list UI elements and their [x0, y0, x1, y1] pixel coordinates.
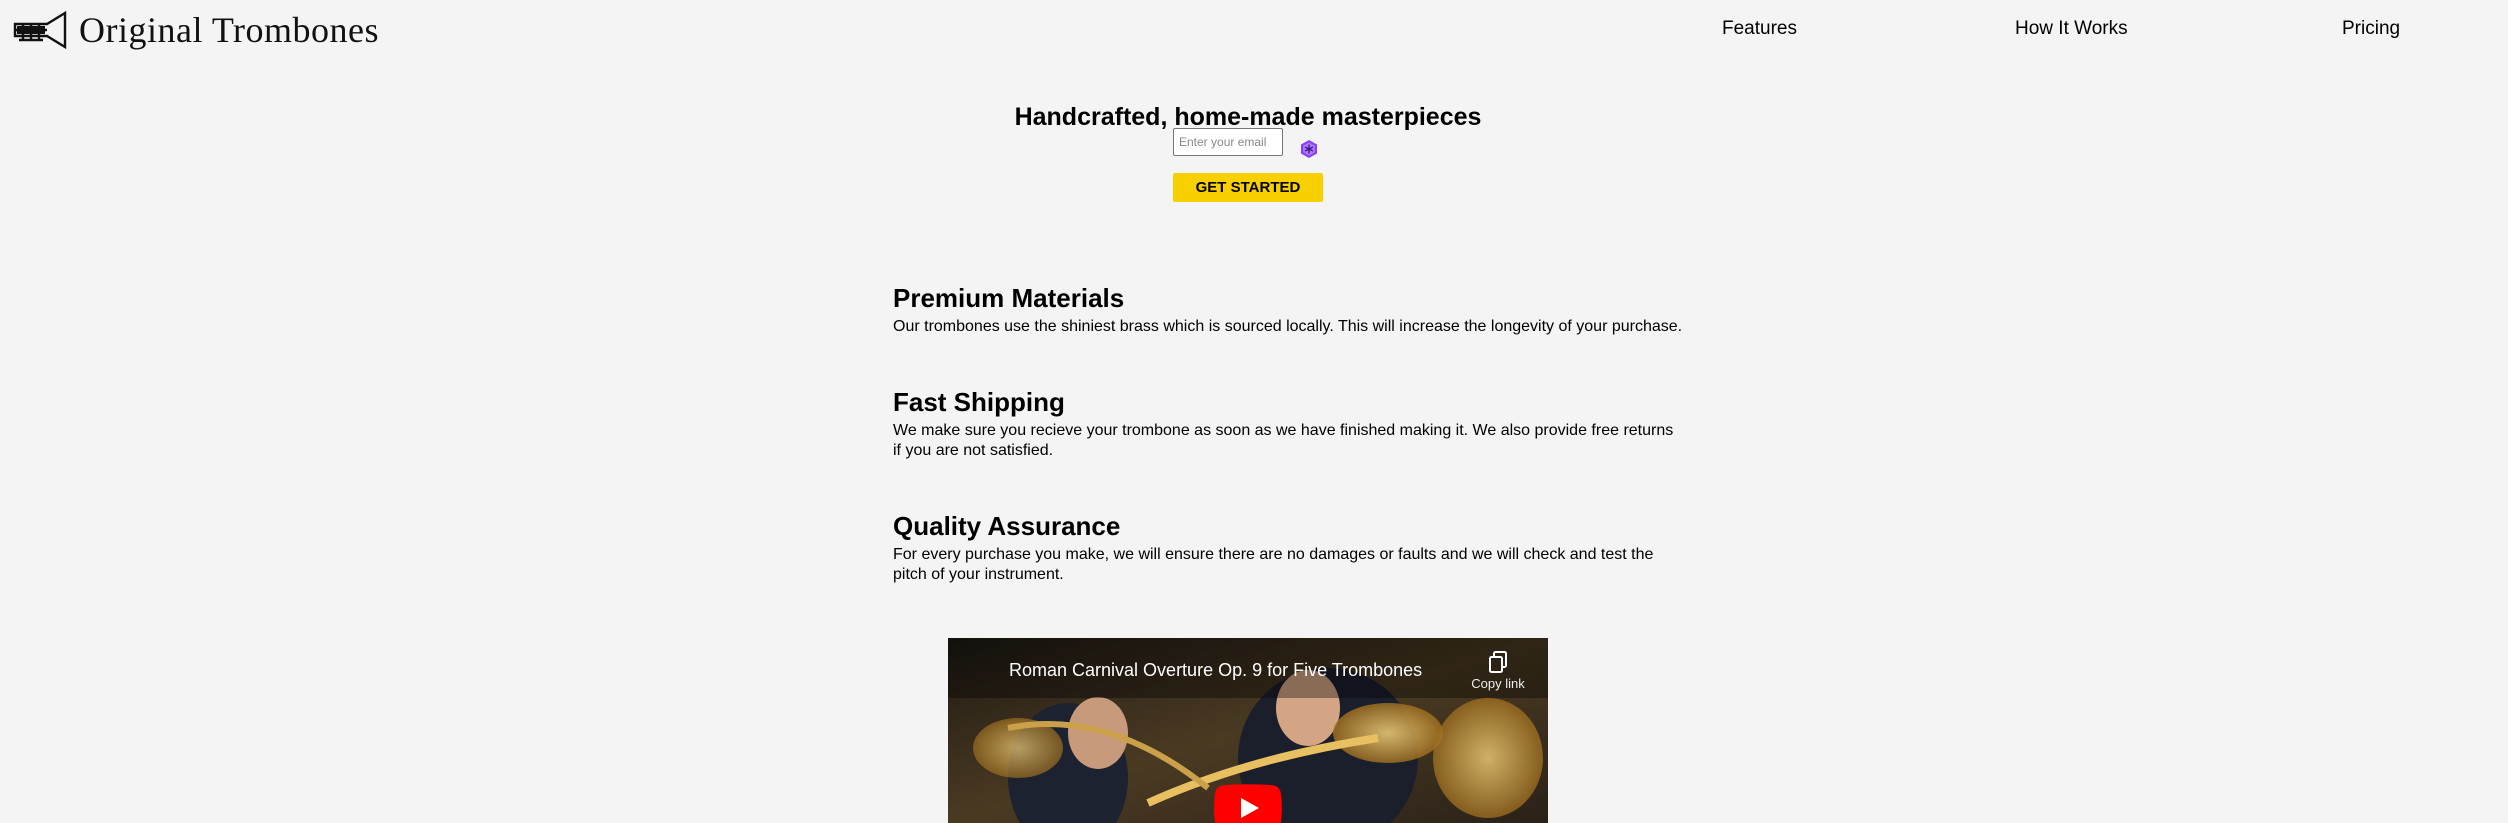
copy-link-button[interactable]: Copy link [1468, 650, 1528, 691]
nav-link-pricing[interactable]: Pricing [2342, 18, 2400, 40]
nav-link-how-it-works[interactable]: How It Works [2015, 18, 2128, 40]
feature-title: Quality Assurance [893, 511, 1121, 541]
feature-quality-assurance: Quality Assurance For every purchase you… [893, 510, 1683, 585]
copy-icon [1489, 651, 1507, 673]
email-input[interactable] [1173, 128, 1283, 156]
extension-icon[interactable] [1299, 139, 1319, 159]
feature-title: Fast Shipping [893, 387, 1065, 417]
feature-text: Our trombones use the shiniest brass whi… [893, 318, 1683, 335]
feature-text: We make sure you recieve your trombone a… [893, 422, 1674, 459]
feature-title: Premium Materials [893, 283, 1125, 313]
video-title[interactable]: Roman Carnival Overture Op. 9 for Five T… [1009, 660, 1422, 681]
feature-fast-shipping: Fast Shipping We make sure you recieve y… [893, 386, 1683, 461]
nav-link-features[interactable]: Features [1722, 18, 1797, 40]
logo-text: Original Trombones [79, 10, 380, 50]
copy-link-label: Copy link [1471, 676, 1525, 691]
video-player[interactable]: Roman Carnival Overture Op. 9 for Five T… [948, 638, 1548, 823]
feature-premium-materials: Premium Materials Our trombones use the … [893, 282, 1693, 337]
feature-text: For every purchase you make, we will ens… [893, 546, 1654, 583]
get-started-button[interactable]: GET STARTED [1173, 173, 1323, 202]
play-icon[interactable] [1214, 784, 1282, 823]
trombone-logo-icon [13, 10, 67, 50]
logo[interactable]: Original Trombones [13, 10, 379, 50]
site-header: Original Trombones Features How It Works… [0, 0, 2508, 60]
